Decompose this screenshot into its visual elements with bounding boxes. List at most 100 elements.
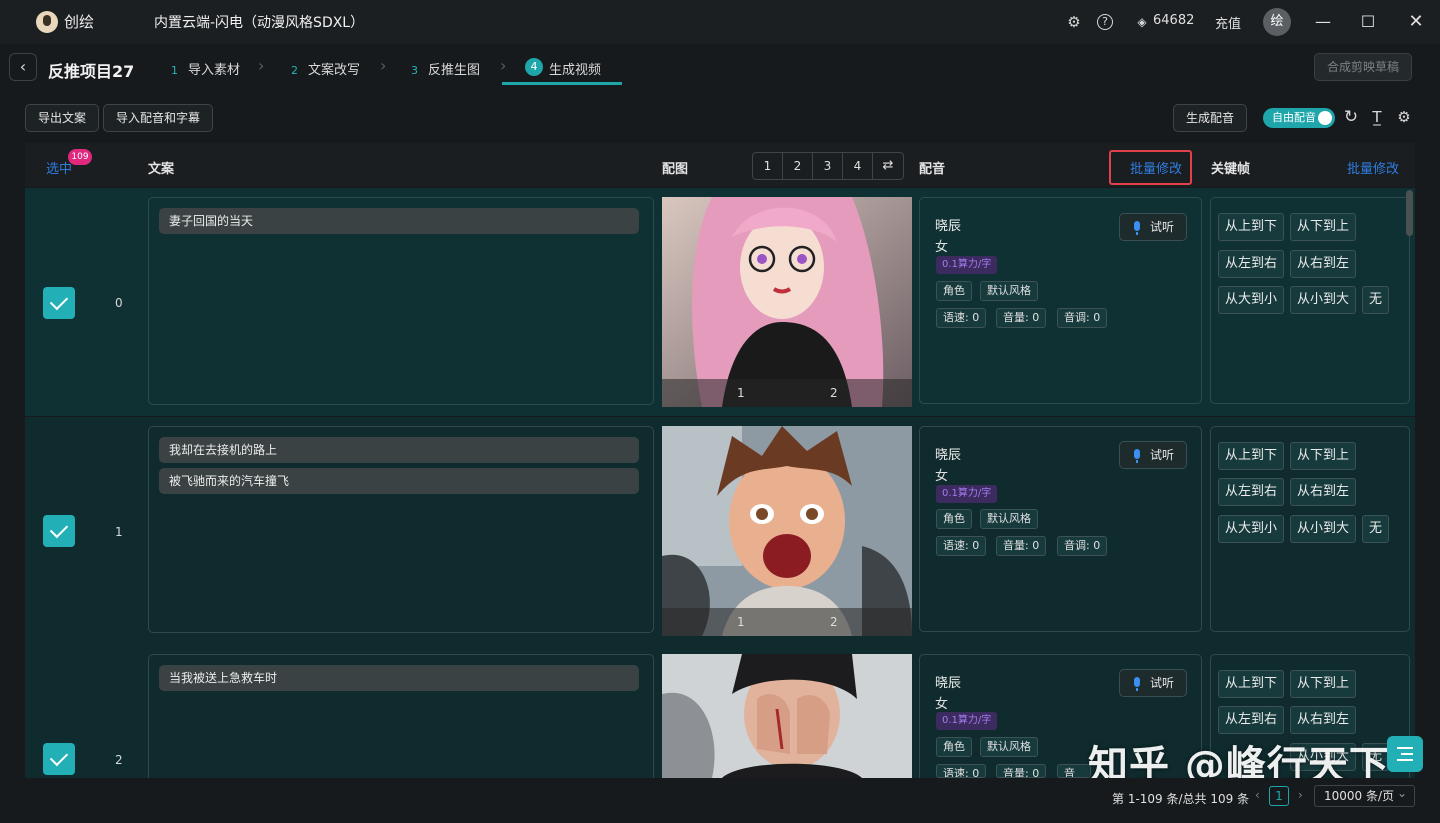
image-page-3[interactable]: 3 xyxy=(813,153,843,179)
help-icon[interactable]: ? xyxy=(1097,14,1113,30)
pitch-tag[interactable]: 音调: 0 xyxy=(1057,536,1108,556)
role-tag[interactable]: 角色 xyxy=(936,509,972,529)
step-import[interactable]: 1 导入素材 xyxy=(171,59,240,78)
row-index: 0 xyxy=(115,296,123,310)
keyframe-option[interactable]: 无 xyxy=(1362,286,1390,314)
row-checkbox[interactable] xyxy=(43,743,75,775)
speed-tag[interactable]: 语速: 0 xyxy=(936,764,987,778)
step-rewrite[interactable]: 2 文案改写 xyxy=(291,59,360,78)
chevron-right-icon: › xyxy=(500,56,507,75)
image-num[interactable]: 1 xyxy=(737,615,745,629)
model-selector[interactable]: 内置云端-闪电（动漫风格SDXL） xyxy=(154,12,364,32)
voice-name[interactable]: 晓辰 xyxy=(935,215,961,234)
settings-icon[interactable]: ⚙ xyxy=(1395,108,1413,126)
speed-tag[interactable]: 语速: 0 xyxy=(936,536,987,556)
pitch-tag[interactable]: 音调: 0 xyxy=(1057,308,1108,328)
voice-name[interactable]: 晓辰 xyxy=(935,672,961,691)
listen-label: 试听 xyxy=(1149,220,1174,234)
next-page-icon[interactable]: › xyxy=(1298,788,1303,802)
image-num[interactable]: 2 xyxy=(830,615,838,629)
voice-name[interactable]: 晓辰 xyxy=(935,444,961,463)
keyframe-option[interactable]: 从大到小 xyxy=(1218,515,1285,543)
highlight-annotation xyxy=(1109,150,1192,185)
keyframe-option[interactable]: 从下到上 xyxy=(1290,213,1357,241)
text-line[interactable]: 被飞驰而来的汽车撞飞 xyxy=(159,468,639,494)
step-generate-video[interactable]: 生成视频 xyxy=(549,59,601,78)
listen-button[interactable]: 试听 xyxy=(1119,441,1187,469)
volume-tag[interactable]: 音量: 0 xyxy=(996,536,1047,556)
active-step-indicator xyxy=(502,82,622,85)
listen-button[interactable]: 试听 xyxy=(1119,213,1187,241)
list-menu-button[interactable] xyxy=(1387,736,1423,772)
export-text-button[interactable]: 导出文案 xyxy=(25,104,99,132)
image-page-selector[interactable]: 1 2 3 4 ⇄ xyxy=(752,152,904,180)
page-size-select[interactable]: 10000 条/页 xyxy=(1314,783,1415,807)
listen-button[interactable]: 试听 xyxy=(1119,669,1187,697)
style-tag[interactable]: 默认风格 xyxy=(980,281,1038,301)
keyframe-option[interactable]: 从下到上 xyxy=(1290,442,1357,470)
keyframe-option[interactable]: 从右到左 xyxy=(1290,478,1357,506)
vertical-scrollbar[interactable] xyxy=(1406,190,1413,236)
style-tag[interactable]: 默认风格 xyxy=(980,509,1038,529)
role-tag[interactable]: 角色 xyxy=(936,737,972,757)
import-audio-button[interactable]: 导入配音和字幕 xyxy=(103,104,213,132)
keyframe-option[interactable]: 无 xyxy=(1362,515,1390,543)
batch-edit-keyframe-link[interactable]: 批量修改 xyxy=(1347,158,1399,177)
keyframe-option[interactable]: 从小到大 xyxy=(1290,515,1357,543)
prev-page-icon[interactable]: ‹ xyxy=(1255,788,1260,802)
maximize-icon[interactable]: ☐ xyxy=(1356,10,1380,34)
keyframe-option[interactable]: 从大到小 xyxy=(1218,286,1285,314)
voice-gender: 女 xyxy=(935,240,949,255)
keyframe-option[interactable]: 从上到下 xyxy=(1218,442,1285,470)
close-icon[interactable]: ✕ xyxy=(1404,10,1428,34)
row-checkbox[interactable] xyxy=(43,515,75,547)
keyframe-option[interactable]: 从右到左 xyxy=(1290,706,1357,734)
back-button[interactable]: ‹ xyxy=(9,53,37,81)
generate-voice-button[interactable]: 生成配音 xyxy=(1173,104,1247,132)
role-tag[interactable]: 角色 xyxy=(936,281,972,301)
keyframe-option[interactable]: 从右到左 xyxy=(1290,250,1357,278)
text-line[interactable]: 妻子回国的当天 xyxy=(159,208,639,234)
keyframe-option[interactable]: 从小到大 xyxy=(1290,286,1357,314)
image-num[interactable]: 2 xyxy=(830,386,838,400)
pitch-tag[interactable]: 音调: 0 xyxy=(1057,764,1091,778)
gear-icon[interactable]: ⚙ xyxy=(1065,13,1083,31)
text-format-icon[interactable]: T̲ xyxy=(1368,108,1386,126)
step-reverse-image[interactable]: 3 反推生图 xyxy=(411,59,480,78)
keyframe-option[interactable]: 从左到右 xyxy=(1218,250,1285,278)
step-label: 反推生图 xyxy=(428,63,481,78)
text-line[interactable]: 当我被送上急救车时 xyxy=(159,665,639,691)
refresh-icon[interactable]: ↻ xyxy=(1342,108,1360,126)
image-page-4[interactable]: 4 xyxy=(843,153,873,179)
generated-image[interactable]: 1 2 xyxy=(662,426,912,636)
avatar[interactable]: 绘 xyxy=(1263,8,1291,36)
generated-image[interactable]: 1 2 xyxy=(662,197,912,407)
app-logo xyxy=(36,11,58,33)
keyframe-option[interactable]: 从上到下 xyxy=(1218,213,1285,241)
speed-tag[interactable]: 语速: 0 xyxy=(936,308,987,328)
image-page-2[interactable]: 2 xyxy=(783,153,813,179)
row-index: 1 xyxy=(115,525,123,539)
table-header xyxy=(25,143,1415,187)
swap-icon[interactable]: ⇄ xyxy=(873,153,903,179)
current-page[interactable]: 1 xyxy=(1269,786,1289,806)
row-checkbox[interactable] xyxy=(43,287,75,319)
minimize-icon[interactable]: — xyxy=(1311,10,1335,34)
compose-draft-button[interactable]: 合成剪映草稿 xyxy=(1314,53,1412,81)
style-tag[interactable]: 默认风格 xyxy=(980,737,1038,757)
volume-tag[interactable]: 音量: 0 xyxy=(996,764,1047,778)
keyframe-option[interactable]: 从下到上 xyxy=(1290,670,1357,698)
keyframe-option[interactable]: 从上到下 xyxy=(1218,670,1285,698)
free-voice-toggle[interactable]: 自由配音 xyxy=(1263,108,1335,128)
image-num[interactable]: 1 xyxy=(737,386,745,400)
text-column-header: 文案 xyxy=(148,162,175,177)
step-number-active[interactable]: 4 xyxy=(525,58,543,76)
image-page-1[interactable]: 1 xyxy=(753,153,783,179)
text-line[interactable]: 我却在去接机的路上 xyxy=(159,437,639,463)
recharge-link[interactable]: 充值 xyxy=(1215,13,1241,32)
step-label: 导入素材 xyxy=(188,63,241,78)
keyframe-option[interactable]: 从左到右 xyxy=(1218,478,1285,506)
generated-image[interactable] xyxy=(662,654,912,778)
keyframe-option[interactable]: 从左到右 xyxy=(1218,706,1285,734)
volume-tag[interactable]: 音量: 0 xyxy=(996,308,1047,328)
